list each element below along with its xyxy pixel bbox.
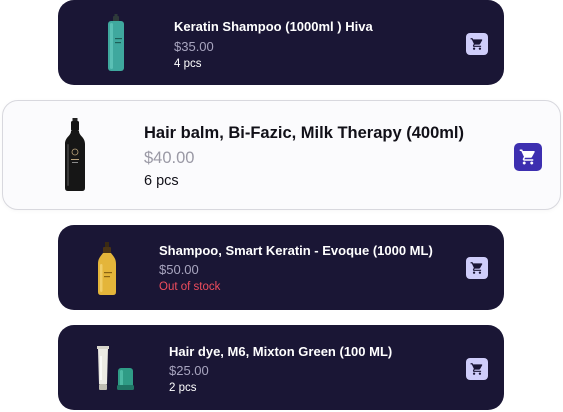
product-stock: 4 pcs [174,58,202,70]
out-of-stock-label: Out of stock [159,281,221,293]
product-price: $40.00 [144,149,195,167]
hair-dye-tube-image [97,346,134,390]
product-card[interactable]: Hair dye, M6, Mixton Green (100 ML) $25.… [58,325,504,410]
add-to-cart-button[interactable] [466,358,488,380]
cart-icon [470,363,483,375]
product-name: Hair balm, Bi-Fazic, Milk Therapy (400ml… [144,124,465,142]
black-balm-bottle-image [65,118,85,191]
cart-icon [519,149,535,165]
product-stock: 2 pcs [169,382,197,394]
product-card[interactable]: Shampoo, Smart Keratin - Evoque (1000 ML… [58,225,504,310]
product-stock: 6 pcs [144,173,179,189]
teal-shampoo-bottle-image [108,14,124,71]
cart-icon [470,38,483,50]
product-price: $35.00 [174,39,214,54]
add-to-cart-button[interactable] [514,143,542,171]
yellow-shampoo-bottle-image [98,242,116,295]
add-to-cart-button[interactable] [466,33,488,55]
product-name: Hair dye, M6, Mixton Green (100 ML) [169,344,393,359]
product-price: $50.00 [159,262,199,277]
product-card[interactable]: Keratin Shampoo (1000ml ) Hiva $35.00 4 … [58,0,504,85]
product-name: Shampoo, Smart Keratin - Evoque (1000 ML… [159,243,433,258]
product-name: Keratin Shampoo (1000ml ) Hiva [174,19,373,34]
product-list: Keratin Shampoo (1000ml ) Hiva $35.00 4 … [0,0,563,412]
add-to-cart-button[interactable] [466,257,488,279]
product-card-selected[interactable]: Hair balm, Bi-Fazic, Milk Therapy (400ml… [2,100,561,210]
cart-icon [470,262,483,274]
product-price: $25.00 [169,363,209,378]
